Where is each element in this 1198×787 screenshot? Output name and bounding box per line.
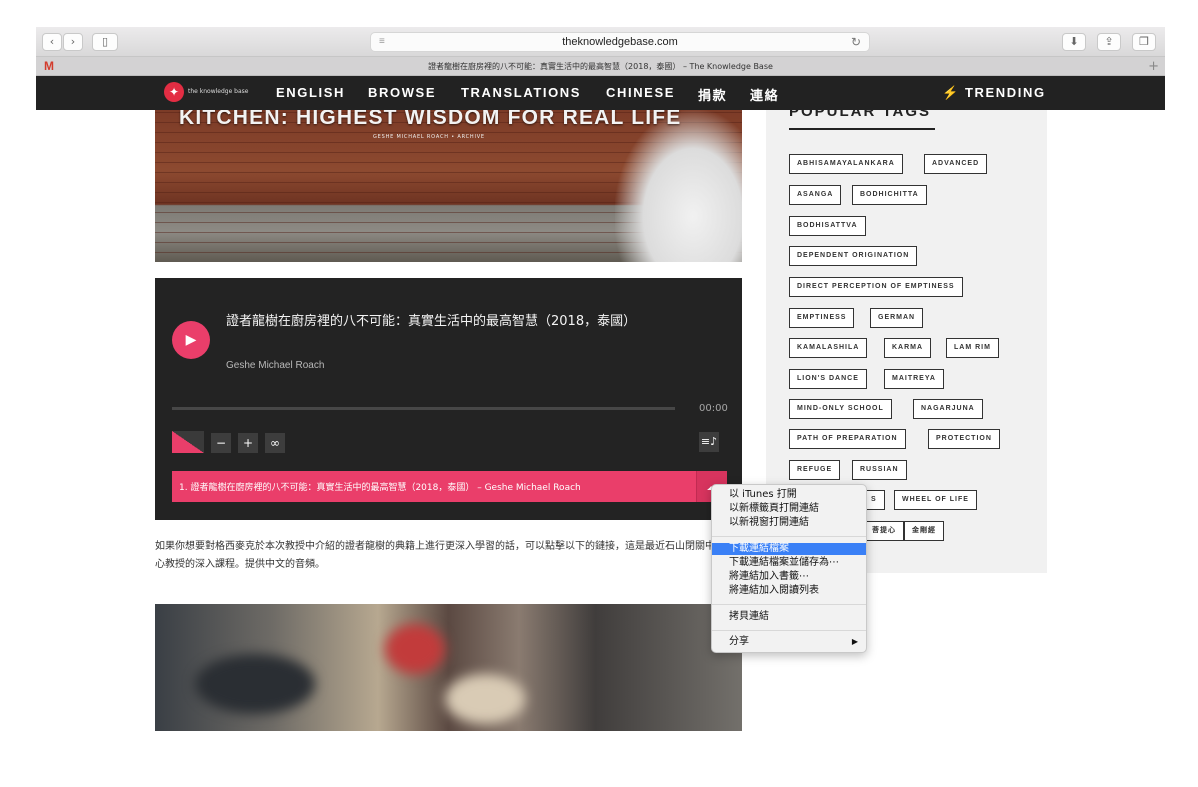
menu-open-new-window[interactable]: 以新視窗打開連結 (712, 517, 866, 529)
playlist-icon: ≡♪ (700, 435, 718, 448)
tab-bar: M 證者龍樹在廚房裡的八不可能：真實生活中的最高智慧（2018，泰國） – Th… (36, 57, 1165, 76)
nav-trending[interactable]: ⚡ TRENDING (942, 85, 1046, 101)
progress-bar[interactable] (172, 407, 675, 410)
sidebar-icon: ▯ (101, 35, 109, 48)
image-detail (385, 624, 445, 674)
tag-link[interactable]: DIRECT PERCEPTION OF EMPTINESS (789, 277, 963, 297)
share-button[interactable]: ⇪ (1097, 33, 1121, 51)
back-button[interactable]: ‹ (42, 33, 62, 51)
tag-link[interactable]: NAGARJUNA (913, 399, 983, 419)
nav-donate[interactable]: 捐款 (698, 85, 727, 104)
tag-link[interactable]: PROTECTION (928, 429, 1000, 449)
tag-link[interactable]: RUSSIAN (852, 460, 907, 480)
image-detail (445, 674, 525, 724)
menu-separator (712, 604, 866, 605)
tag-link[interactable]: KAMALASHILA (789, 338, 868, 358)
site-navbar: ✦ the knowledge base ENGLISH BROWSE TRAN… (36, 76, 1165, 110)
tag-link[interactable]: ADVANCED (924, 154, 988, 174)
track-title: 證者龍樹在廚房裡的八不可能：真實生活中的最高智慧（2018，泰國） (226, 314, 637, 329)
tag-link[interactable]: DEPENDENT ORIGINATION (789, 246, 918, 266)
tag-link[interactable]: GERMAN (870, 308, 924, 328)
menu-share-label: 分享 (729, 636, 749, 647)
tag-link[interactable]: WHEEL OF LIFE (894, 490, 977, 510)
menu-open-itunes[interactable]: 以 iTunes 打開 (712, 489, 866, 501)
tag-link[interactable]: 菩提心 (864, 521, 904, 541)
url-text: theknowledgebase.com (562, 36, 678, 48)
menu-download-save-as[interactable]: 下載連結檔案並儲存為⋯ (712, 557, 866, 569)
downloads-button[interactable]: ⬇ (1062, 33, 1086, 51)
hero-subtitle: GESHE MICHAEL ROACH • ARCHIVE (373, 134, 485, 140)
tag-link[interactable]: LION'S DANCE (789, 369, 867, 389)
tag-link[interactable]: ABHISAMAYALANKARA (789, 154, 903, 174)
image-detail (195, 654, 315, 714)
tag-link[interactable]: 金剛經 (904, 521, 944, 541)
menu-download-linked-file[interactable]: 下載連結檔案 (712, 543, 866, 555)
hero-title[interactable]: KITCHEN: HIGHEST WISDOM FOR REAL LIFE (179, 110, 682, 130)
download-icon: ⬇ (1069, 35, 1079, 48)
browser-toolbar: ‹ › ▯ ≡ theknowledgebase.com ↻ ⬇ ⇪ ❐ (36, 27, 1165, 57)
minus-icon: − (215, 436, 227, 450)
play-button[interactable]: ▶ (172, 321, 210, 359)
tag-link[interactable]: MAITREYA (884, 369, 944, 389)
volume-slider[interactable] (172, 431, 204, 453)
reader-icon[interactable]: ≡ (379, 33, 385, 51)
tag-link[interactable]: PATH OF PREPARATION (789, 429, 906, 449)
tabs-overview-button[interactable]: ❐ (1132, 33, 1156, 51)
share-icon: ⇪ (1104, 35, 1114, 48)
sidebar-toggle-button[interactable]: ▯ (92, 33, 118, 51)
tabs-icon: ❐ (1139, 35, 1149, 48)
audio-player: ▶ 證者龍樹在廚房裡的八不可能：真實生活中的最高智慧（2018，泰國） Gesh… (155, 278, 742, 520)
hero-figure (615, 110, 742, 262)
tag-link[interactable]: ASANGA (789, 185, 842, 205)
nav-translations[interactable]: TRANSLATIONS (461, 85, 581, 100)
tab-active[interactable]: 證者龍樹在廚房裡的八不可能：真實生活中的最高智慧（2018，泰國） – The … (36, 57, 1165, 76)
tag-link[interactable]: MIND-ONLY SCHOOL (789, 399, 892, 419)
forward-button[interactable]: + (238, 433, 258, 453)
tag-link[interactable]: EMPTINESS (789, 308, 855, 328)
playlist-item[interactable]: 1. 證者龍樹在廚房裡的八不可能：真實生活中的最高智慧（2018，泰國） – G… (172, 471, 727, 502)
tag-link[interactable]: KARMA (884, 338, 932, 358)
nav-chinese[interactable]: CHINESE (606, 85, 675, 100)
nav-contact[interactable]: 連絡 (750, 85, 779, 104)
body-paragraph: 如果你想要對格西麥克於本次教授中介紹的證者龍樹的典籍上進行更深入學習的話，可以點… (155, 541, 715, 570)
tag-link[interactable]: REFUGE (789, 460, 841, 480)
menu-share[interactable]: 分享 ▶ (712, 636, 866, 648)
logo-icon[interactable]: ✦ (164, 82, 184, 102)
forward-button[interactable]: › (63, 33, 83, 51)
context-menu: 以 iTunes 打開 以新標籤頁打開連結 以新視窗打開連結 下載連結檔案 下載… (711, 484, 867, 653)
menu-separator (712, 630, 866, 631)
menu-separator (712, 536, 866, 537)
menu-add-bookmark[interactable]: 將連結加入書籤⋯ (712, 571, 866, 583)
playlist-item-label: 1. 證者龍樹在廚房裡的八不可能：真實生活中的最高智慧（2018，泰國） – G… (179, 483, 581, 493)
new-tab-button[interactable]: + (1148, 57, 1159, 76)
sidebar-divider (789, 128, 935, 130)
menu-open-new-tab[interactable]: 以新標籤頁打開連結 (712, 503, 866, 515)
play-icon: ▶ (185, 332, 197, 348)
logo-text[interactable]: the knowledge base (188, 88, 249, 95)
address-bar[interactable]: ≡ theknowledgebase.com ↻ (370, 32, 870, 52)
forward-icon: › (70, 35, 76, 48)
tag-link[interactable]: BODHISATTVA (789, 216, 866, 236)
menu-add-reading-list[interactable]: 將連結加入閱讀列表 (712, 585, 866, 597)
plus-icon: + (242, 436, 254, 450)
menu-copy-link[interactable]: 拷貝連結 (712, 611, 866, 623)
loop-button[interactable]: ∞ (265, 433, 285, 453)
loop-icon: ∞ (270, 436, 280, 450)
article-image (155, 604, 742, 731)
time-display: 00:00 (699, 403, 728, 414)
tag-link[interactable]: BODHICHITTA (852, 185, 927, 205)
back-icon: ‹ (49, 35, 55, 48)
nav-browse[interactable]: BROWSE (368, 85, 436, 100)
tag-link[interactable]: LAM RIM (946, 338, 999, 358)
rewind-button[interactable]: − (211, 433, 231, 453)
chevron-right-icon: ▶ (851, 637, 858, 646)
nav-english[interactable]: ENGLISH (276, 85, 345, 100)
track-artist: Geshe Michael Roach (226, 360, 325, 371)
playlist-toggle-button[interactable]: ≡♪ (699, 432, 719, 452)
hero-image: KITCHEN: HIGHEST WISDOM FOR REAL LIFE GE… (155, 110, 742, 262)
reload-icon[interactable]: ↻ (851, 33, 861, 51)
